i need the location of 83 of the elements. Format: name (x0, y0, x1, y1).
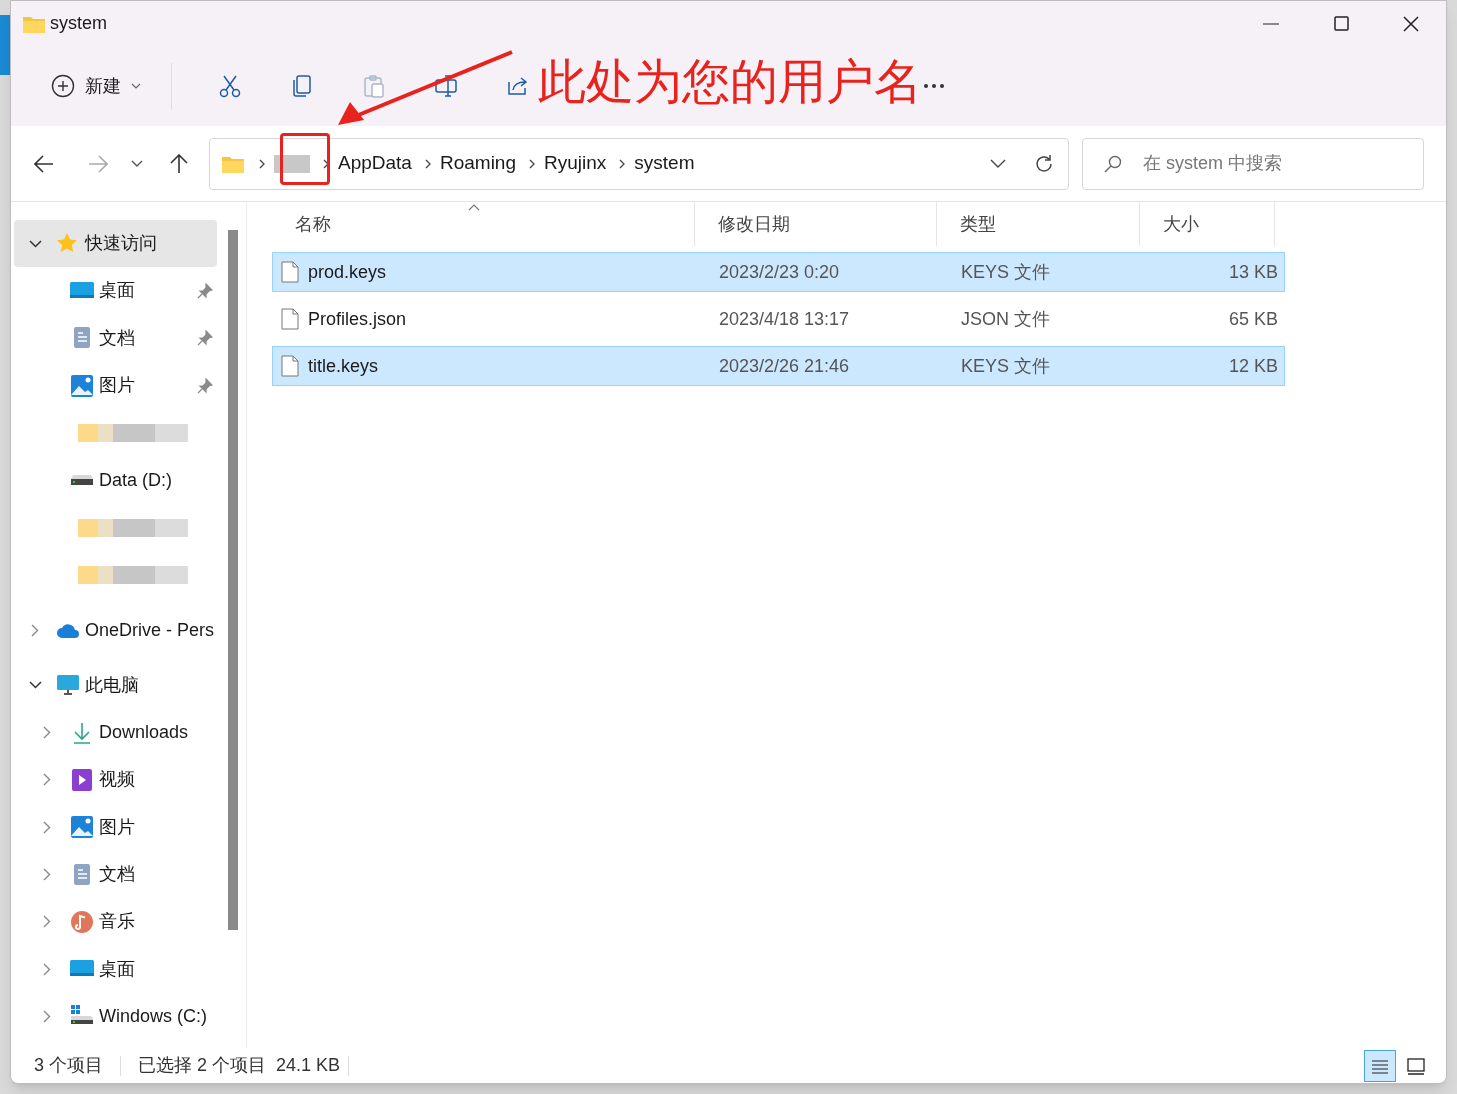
chevron-right-icon (43, 726, 51, 740)
chevron-right-icon (43, 915, 51, 929)
file-icon (281, 308, 299, 330)
chevron-right-icon (43, 1009, 51, 1023)
new-button[interactable]: 新建 (41, 64, 151, 108)
rename-icon (434, 74, 458, 98)
breadcrumb-chevron-icon (618, 158, 627, 169)
plus-circle-icon (51, 74, 75, 98)
selection-count: 已选择 2 个项目 (138, 1054, 267, 1077)
breadcrumb-item[interactable]: AppData (338, 149, 412, 178)
large-icons-view-icon (1406, 1055, 1426, 1076)
file-name: Profiles.json (308, 307, 407, 331)
folder-icon (222, 154, 244, 173)
drive-icon (70, 474, 94, 487)
chevron-down-icon (28, 239, 42, 248)
copy-icon (290, 74, 314, 98)
window-title: system (50, 12, 107, 35)
chevron-down-icon (990, 159, 1006, 168)
column-header[interactable]: 修改日期 (695, 202, 937, 246)
more-icon (924, 84, 944, 88)
computer-icon (56, 673, 80, 698)
breadcrumb-chevron-icon (528, 158, 536, 169)
chevron-down-icon (28, 681, 42, 690)
file-name: prod.keys (308, 260, 387, 284)
item-count: 3 个项目 (34, 1054, 103, 1077)
file-icon (281, 261, 299, 283)
details-view-button[interactable] (1364, 1049, 1396, 1082)
breadcrumb-chevron-icon (423, 158, 432, 169)
chevron-right-icon (31, 623, 39, 637)
chevron-right-icon (43, 773, 51, 787)
highlight-frame (280, 133, 330, 185)
address-bar[interactable]: AppData Roaming Ryujinx system (209, 137, 1069, 190)
breadcrumb-chevron-icon (322, 158, 330, 169)
scrollbar-thumb[interactable] (228, 230, 238, 930)
column-header[interactable]: 类型 (937, 202, 1140, 246)
share-icon (506, 74, 530, 98)
file-row[interactable]: prod.keys 2023/2/23 0:20 KEYS 文件 13 KB (272, 252, 1285, 292)
file-size: 12 KB (1228, 354, 1278, 378)
breadcrumb-item[interactable]: Roaming (439, 149, 516, 178)
breadcrumb-item[interactable]: Ryujinx (544, 149, 607, 178)
sidebar-item[interactable]: 快速访问 (14, 220, 217, 268)
modified-date: 2023/2/26 21:46 (719, 355, 850, 376)
breadcrumb-chevron-icon (258, 158, 266, 169)
file-type: JSON 文件 (961, 308, 1050, 329)
file-row[interactable]: title.keys 2023/2/26 21:46 KEYS 文件 12 KB (272, 346, 1285, 386)
chevron-right-icon (43, 868, 51, 881)
column-header[interactable]: 名称 (272, 202, 695, 246)
file-type: KEYS 文件 (961, 355, 1051, 376)
file-icon (281, 355, 299, 377)
search-icon (1104, 154, 1122, 173)
forward-arrow-icon (88, 154, 108, 173)
search-field[interactable]: 在 system 中搜索 (1082, 137, 1424, 190)
annotation-text: 此处为您的用户名 (538, 54, 922, 110)
selection-size: 24.1 KB (276, 1054, 341, 1077)
picture-icon (70, 373, 94, 398)
chevron-down-icon (131, 83, 141, 89)
back-arrow-icon (34, 154, 54, 173)
file-size: 65 KB (1228, 307, 1278, 331)
file-size: 13 KB (1228, 260, 1278, 284)
breadcrumb-item[interactable]: system (634, 149, 695, 178)
modified-date: 2023/4/18 13:17 (719, 308, 850, 329)
close-icon (1403, 15, 1419, 32)
sort-ascending-icon (468, 204, 480, 211)
modified-date: 2023/2/23 0:20 (719, 261, 840, 282)
music-icon (70, 909, 94, 934)
file-name: title.keys (308, 354, 379, 378)
column-header[interactable]: 大小 (1140, 202, 1275, 246)
pin-icon (197, 282, 213, 299)
picture-icon (70, 815, 94, 840)
maximize-icon (1333, 16, 1349, 31)
minimize-icon (1263, 22, 1279, 25)
up-arrow-icon (170, 153, 188, 174)
folder-icon (23, 14, 45, 33)
file-type: KEYS 文件 (961, 261, 1051, 282)
pin-icon (197, 377, 213, 394)
refresh-icon (1034, 153, 1054, 174)
clipboard-icon (362, 74, 386, 98)
pin-icon (197, 330, 213, 347)
scissors-icon (218, 74, 242, 98)
chevron-right-icon (43, 820, 51, 834)
video-icon (70, 767, 94, 792)
chevron-right-icon (43, 962, 51, 976)
chevron-down-icon (131, 160, 143, 167)
